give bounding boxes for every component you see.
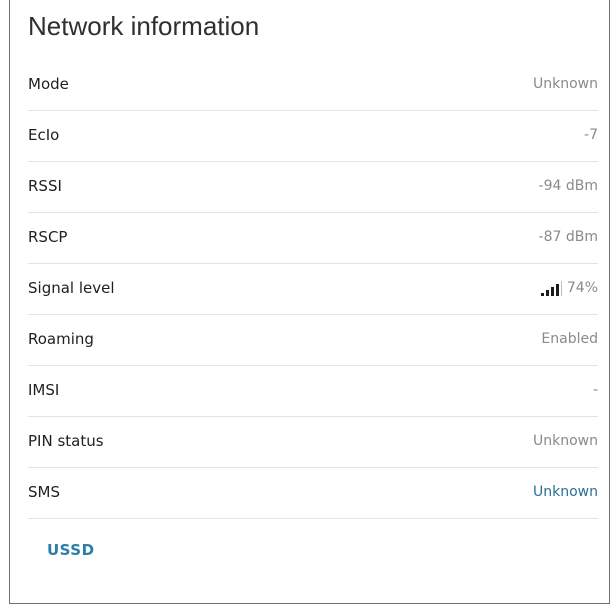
row-signal-level: Signal level 74% <box>28 264 598 315</box>
row-pin-status: PIN status Unknown <box>28 417 598 468</box>
row-value: 74% <box>540 279 598 296</box>
signal-bar <box>540 292 544 296</box>
row-label: PIN status <box>28 431 104 450</box>
row-label: IMSI <box>28 380 60 399</box>
ussd-link[interactable]: USSD <box>47 541 95 559</box>
row-label: SMS <box>28 482 60 501</box>
row-value: Unknown <box>533 432 598 449</box>
row-rscp: RSCP -87 dBm <box>28 213 598 264</box>
row-ecio: EcIo -7 <box>28 111 598 162</box>
row-label: Signal level <box>28 278 115 297</box>
network-information-panel: Network information Mode Unknown EcIo -7… <box>9 0 610 604</box>
row-value: -94 dBm <box>538 177 598 194</box>
row-mode: Mode Unknown <box>28 60 598 111</box>
signal-percent: 74% <box>566 279 598 296</box>
signal-bar <box>545 289 549 296</box>
signal-bar <box>550 286 554 296</box>
row-roaming: Roaming Enabled <box>28 315 598 366</box>
row-value: Enabled <box>541 330 598 347</box>
row-value: Unknown <box>533 75 598 92</box>
row-value: -7 <box>584 126 598 143</box>
row-label: Roaming <box>28 329 94 348</box>
row-rssi: RSSI -94 dBm <box>28 162 598 213</box>
panel-title: Network information <box>28 11 260 41</box>
row-value: -87 dBm <box>538 228 598 245</box>
signal-bar <box>555 283 559 296</box>
row-label: Mode <box>28 74 69 93</box>
sms-link[interactable]: Unknown <box>533 484 598 500</box>
row-label: EcIo <box>28 125 60 144</box>
row-value: - <box>592 381 598 398</box>
info-table: Mode Unknown EcIo -7 RSSI -94 dBm RSCP -… <box>28 60 598 519</box>
row-imsi: IMSI - <box>28 366 598 417</box>
row-label: RSCP <box>28 227 68 246</box>
row-label: RSSI <box>28 176 62 195</box>
signal-bar <box>560 280 562 296</box>
signal-bars-icon <box>540 280 564 296</box>
row-sms: SMS Unknown <box>28 468 598 519</box>
